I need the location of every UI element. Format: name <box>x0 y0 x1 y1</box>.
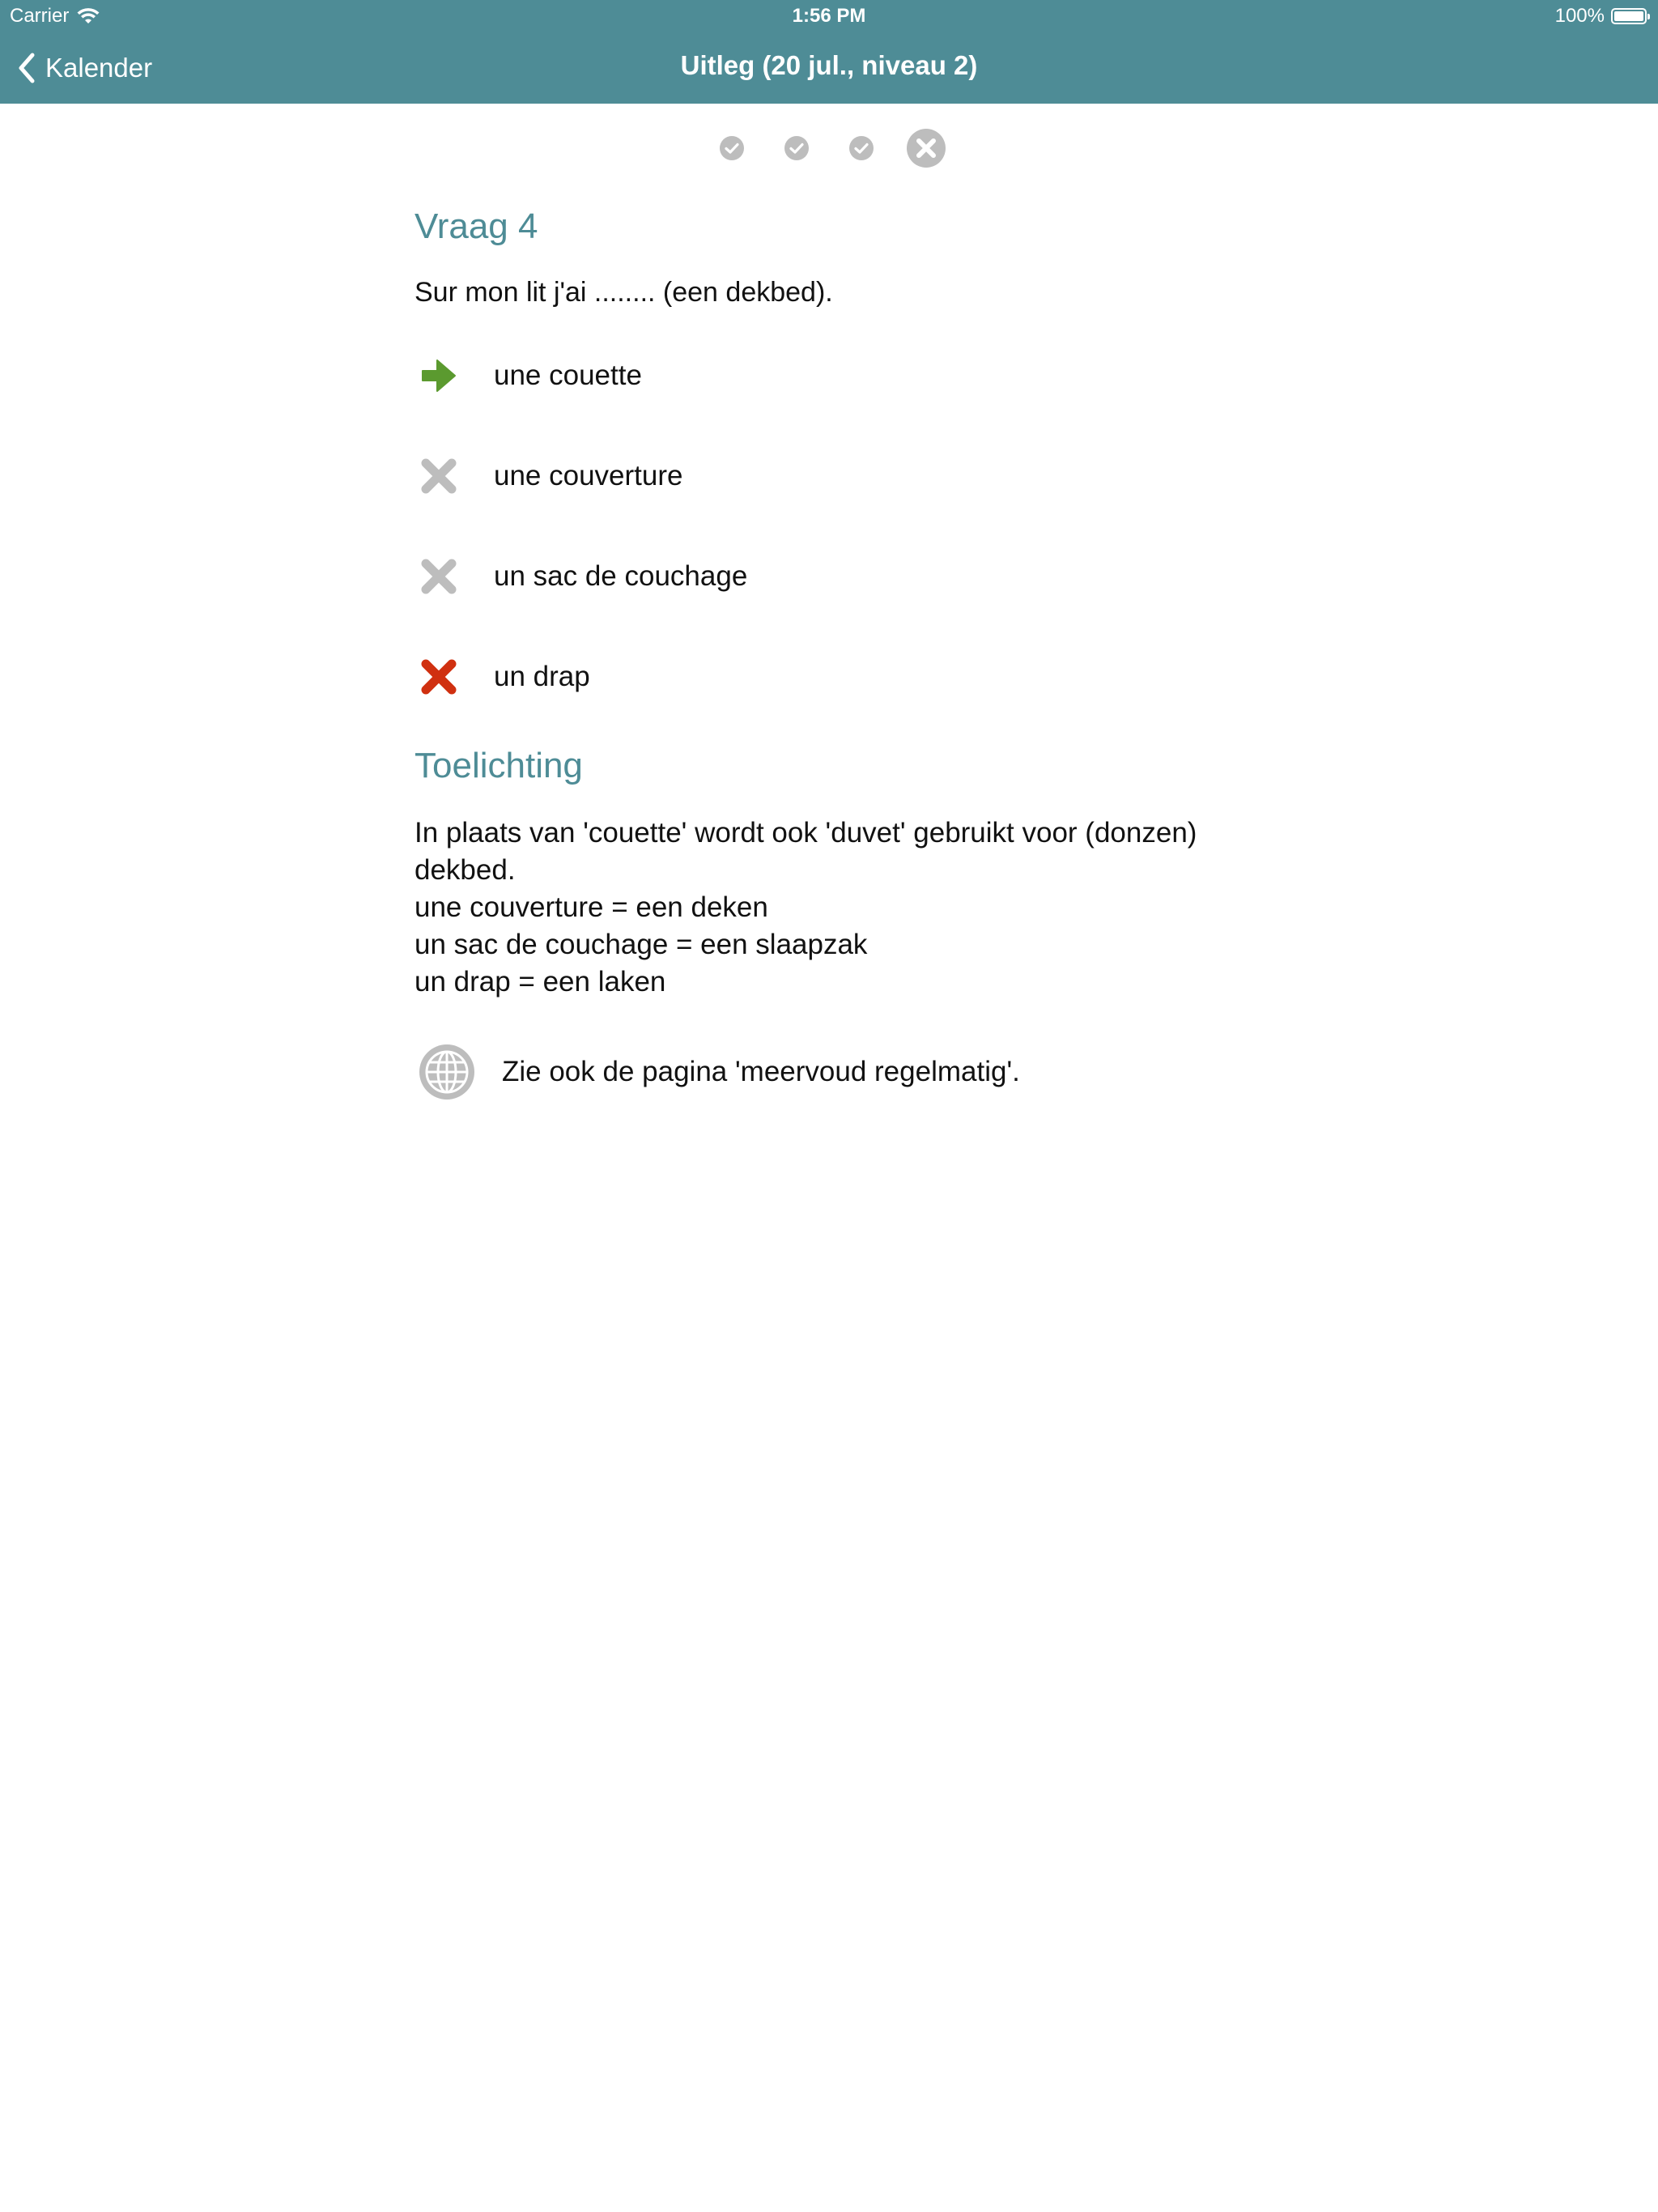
question-heading: Vraag 4 <box>414 206 538 246</box>
question-text: Sur mon lit j'ai ........ (een dekbed). <box>414 277 833 308</box>
answer-option: un sac de couchage <box>414 526 1305 627</box>
red-x-icon <box>421 659 457 695</box>
check-circle-icon[interactable] <box>784 135 810 161</box>
answer-label: une couette <box>494 359 642 391</box>
battery-icon <box>1611 8 1650 24</box>
globe-icon <box>419 1044 474 1100</box>
answer-option: une couverture <box>414 426 1305 526</box>
explanation-heading: Toelichting <box>414 746 583 785</box>
explanation-line: dekbed. <box>414 854 516 886</box>
related-page-link-text: Zie ook de pagina 'meervoud regelmatig'. <box>502 1056 1020 1087</box>
answer-label: une couverture <box>494 460 683 491</box>
navigation-bar: Carrier 1:56 PM 100% Kalender Uitleg (20… <box>0 0 1658 104</box>
explanation-text: In plaats van 'couette' wordt ook 'duvet… <box>414 815 1305 1001</box>
check-circle-icon[interactable] <box>848 135 874 161</box>
grey-x-icon <box>421 559 457 594</box>
answer-option: une couette <box>414 325 1305 426</box>
check-circle-icon[interactable] <box>719 135 745 161</box>
green-arrow-right-icon <box>422 359 456 392</box>
grey-x-icon <box>421 458 457 494</box>
answer-option: un drap <box>414 627 1305 727</box>
status-time: 1:56 PM <box>792 5 866 27</box>
x-circle-icon[interactable] <box>906 128 946 168</box>
explanation-line: un sac de couchage = een slaapzak <box>414 929 868 960</box>
explanation-line: In plaats van 'couette' wordt ook 'duvet… <box>414 817 1197 849</box>
answer-label: un drap <box>494 661 590 692</box>
explanation-line: un drap = een laken <box>414 966 666 998</box>
status-battery: 100% <box>1554 5 1650 28</box>
explanation-line: une couverture = een deken <box>414 891 768 923</box>
page-title: Uitleg (20 jul., niveau 2) <box>680 50 978 80</box>
main-content: Vraag 4 Sur mon lit j'ai ........ (een d… <box>414 194 1305 1104</box>
related-page-link[interactable]: Zie ook de pagina 'meervoud regelmatig'. <box>414 1040 1305 1104</box>
answer-label: un sac de couchage <box>494 560 748 592</box>
question-progress <box>0 128 1658 168</box>
battery-percentage: 100% <box>1554 5 1605 27</box>
